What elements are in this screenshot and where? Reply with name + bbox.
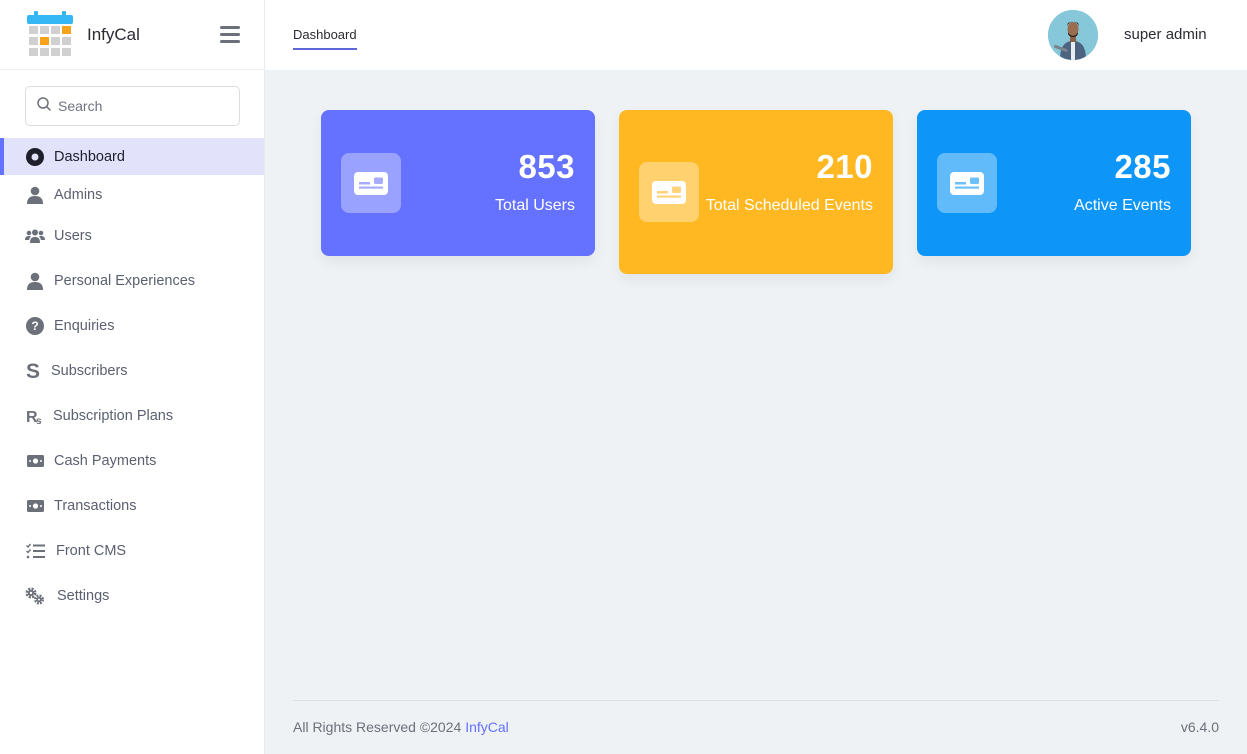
sidebar-item-label: Cash Payments xyxy=(54,452,157,469)
stat-value: 853 xyxy=(518,148,575,185)
sidebar-item-settings[interactable]: Settings xyxy=(0,577,264,614)
sidebar-item-front-cms[interactable]: Front CMS xyxy=(0,532,264,569)
search-box[interactable] xyxy=(25,86,240,126)
sidebar-item-subscription-plans[interactable]: Rs Subscription Plans xyxy=(0,397,264,434)
sidebar-item-label: Transactions xyxy=(54,497,137,514)
sidebar-item-subscribers[interactable]: S Subscribers xyxy=(0,352,264,389)
footer-divider xyxy=(293,700,1219,701)
sidebar-nav: Dashboard Admins Users Personal Experien… xyxy=(0,138,264,614)
sidebar-item-label: Dashboard xyxy=(54,148,125,165)
svg-text:S: S xyxy=(26,361,40,381)
search-container xyxy=(0,70,264,138)
avatar[interactable] xyxy=(1048,10,1098,60)
search-input[interactable] xyxy=(58,98,228,114)
brand: InfyCal xyxy=(0,0,264,70)
tab-dashboard[interactable]: Dashboard xyxy=(293,27,357,50)
brand-name: InfyCal xyxy=(87,24,140,44)
svg-text:?: ? xyxy=(31,319,38,333)
topbar: Dashboard super admin xyxy=(265,0,1247,70)
menu-toggle-icon[interactable] xyxy=(220,26,240,44)
gears-icon xyxy=(25,586,45,606)
sidebar-item-label: Settings xyxy=(57,587,110,604)
sidebar-item-enquiries[interactable]: ? Enquiries xyxy=(0,307,264,344)
calendar-logo-icon[interactable] xyxy=(26,10,74,59)
stat-card-active-events[interactable]: 285 Active Events xyxy=(917,110,1191,256)
user-icon xyxy=(25,271,45,291)
dashboard-icon xyxy=(25,147,45,167)
id-card-icon xyxy=(937,153,997,213)
sidebar-item-personal-experiences[interactable]: Personal Experiences xyxy=(0,262,264,299)
checklist-icon xyxy=(25,541,45,561)
sidebar-item-label: Enquiries xyxy=(54,317,115,334)
stat-value: 210 xyxy=(816,148,873,185)
sidebar: InfyCal Dashboard Admins xyxy=(0,0,265,754)
id-card-icon xyxy=(341,153,401,213)
sidebar-item-admins[interactable]: Admins xyxy=(0,176,264,213)
sidebar-item-cash-payments[interactable]: Cash Payments xyxy=(0,442,264,479)
sidebar-item-label: Users xyxy=(54,227,92,244)
user-icon xyxy=(25,185,45,205)
stat-label: Total Scheduled Events xyxy=(705,197,873,214)
app-version: v6.4.0 xyxy=(1180,719,1219,735)
users-icon xyxy=(25,226,45,246)
money-bill-icon xyxy=(25,451,45,471)
question-circle-icon: ? xyxy=(25,316,45,336)
rupee-icon: Rs xyxy=(25,406,45,426)
sidebar-item-dashboard[interactable]: Dashboard xyxy=(0,138,264,175)
sidebar-item-label: Front CMS xyxy=(56,542,127,559)
footer-copyright: All Rights Reserved ©2024 InfyCal xyxy=(293,719,509,735)
search-icon xyxy=(36,96,52,117)
sidebar-item-label: Subscribers xyxy=(51,362,128,379)
stat-label: Active Events xyxy=(1074,197,1171,214)
money-bill-icon xyxy=(25,496,45,516)
user-name[interactable]: super admin xyxy=(1124,26,1207,43)
sidebar-item-users[interactable]: Users xyxy=(0,217,264,254)
stat-card-total-scheduled-events[interactable]: 210 Total Scheduled Events xyxy=(619,110,893,274)
stat-card-total-users[interactable]: 853 Total Users xyxy=(321,110,595,256)
sidebar-item-label: Personal Experiences xyxy=(54,272,196,289)
s-letter-icon: S xyxy=(25,361,41,381)
sidebar-item-label: Admins xyxy=(54,186,103,203)
copyright-text: All Rights Reserved ©2024 xyxy=(293,719,462,735)
stat-value: 285 xyxy=(1114,148,1171,185)
footer-brand-link[interactable]: InfyCal xyxy=(465,719,509,735)
id-card-icon xyxy=(639,162,699,222)
sidebar-item-label: Subscription Plans xyxy=(53,407,174,424)
stat-label: Total Users xyxy=(494,197,575,214)
sidebar-item-transactions[interactable]: Transactions xyxy=(0,487,264,524)
svg-text:s: s xyxy=(36,416,42,425)
